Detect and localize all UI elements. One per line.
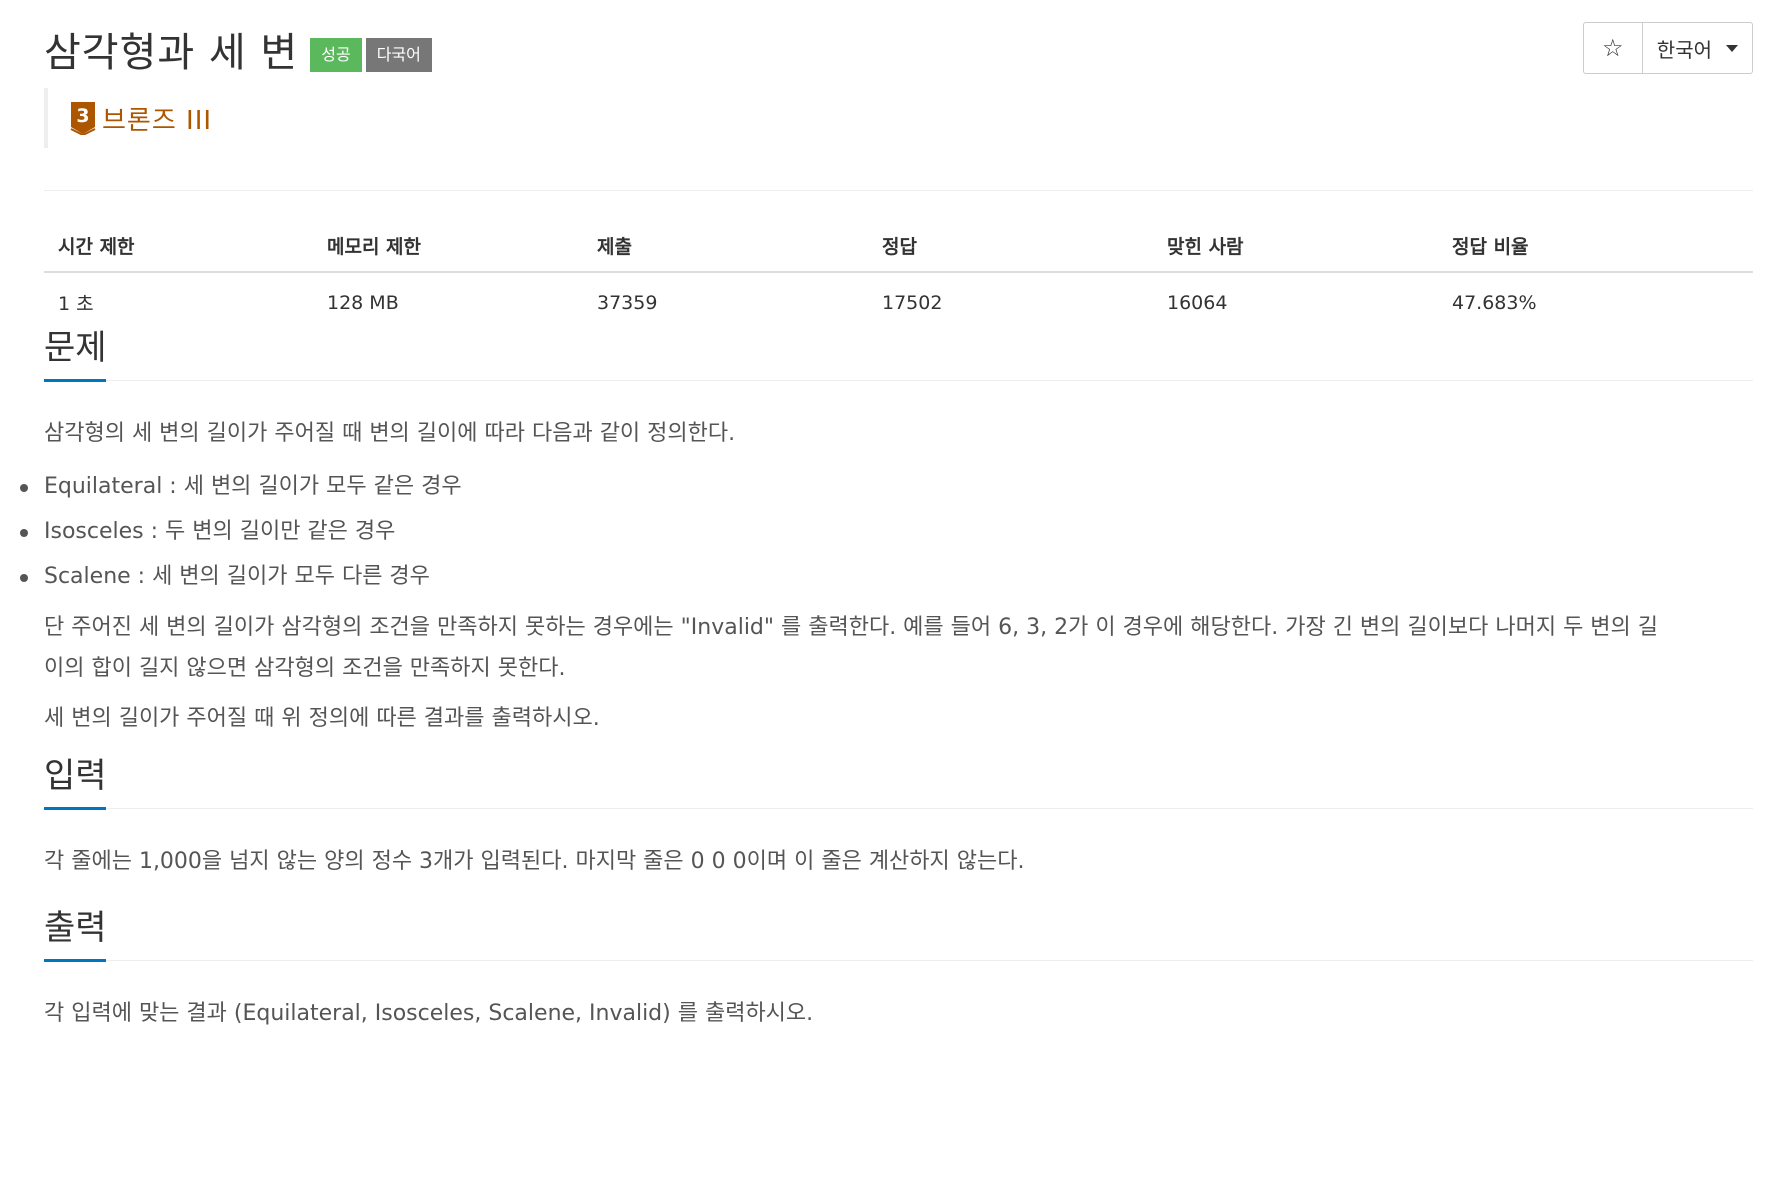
section-title: 출력 xyxy=(44,908,107,948)
section-header: 입력 xyxy=(44,742,1753,810)
table-header-cell: 제출 xyxy=(583,220,868,273)
description-section: 문제 삼각형의 세 변의 길이가 주어질 때 변의 길이에 따라 다음과 같이 … xyxy=(20,314,1753,741)
caret-down-icon xyxy=(1726,44,1738,52)
list-item: Isosceles : 두 변의 길이만 같은 경우 xyxy=(20,509,1753,554)
tier-label[interactable]: 브론즈 III xyxy=(102,100,212,137)
table-header-row: 시간 제한 메모리 제한 제출 정답 맞힌 사람 정답 비율 xyxy=(44,220,1753,273)
language-dropdown[interactable]: 한국어 xyxy=(1643,23,1752,73)
section-body: 삼각형의 세 변의 길이가 주어질 때 변의 길이에 따라 다음과 같이 정의한… xyxy=(20,411,1753,741)
definition-list: Equilateral : 세 변의 길이가 모두 같은 경우 Isoscele… xyxy=(20,464,1753,599)
top-controls: ☆ 한국어 xyxy=(1582,22,1753,74)
description-intro: 삼각형의 세 변의 길이가 주어질 때 변의 길이에 따라 다음과 같이 정의한… xyxy=(44,421,736,446)
table-header-cell: 메모리 제한 xyxy=(313,220,583,273)
description-paragraph-line: 단 주어진 세 변의 길이가 삼각형의 조건을 만족하지 못하는 경우에는 "I… xyxy=(44,615,1659,640)
section-underline xyxy=(44,807,106,810)
section-title: 문제 xyxy=(44,328,107,368)
description-paragraph-line: 이의 합이 길지 않으면 삼각형의 조건을 만족하지 못한다. xyxy=(44,656,566,681)
input-section: 입력 각 줄에는 1,000을 넘지 않는 양의 정수 3개가 입력된다. 마지… xyxy=(44,742,1753,884)
section-body: 각 줄에는 1,000을 넘지 않는 양의 정수 3개가 입력된다. 마지막 줄… xyxy=(44,839,1753,884)
output-description: 각 입력에 맞는 결과 (Equilateral, Isosceles, Sca… xyxy=(44,1001,814,1026)
table-header-cell: 정답 xyxy=(868,220,1153,273)
star-button[interactable]: ☆ xyxy=(1584,23,1643,73)
input-description: 각 줄에는 1,000을 넘지 않는 양의 정수 3개가 입력된다. 마지막 줄… xyxy=(44,849,1025,874)
list-item: Equilateral : 세 변의 길이가 모두 같은 경우 xyxy=(20,464,1753,509)
problem-title: 삼각형과 세 변 xyxy=(44,30,299,76)
multilang-badge[interactable]: 다국어 xyxy=(365,38,432,72)
tier-bronze-icon: 3 xyxy=(70,102,96,135)
section-header: 출력 xyxy=(44,894,1753,962)
list-item: Scalene : 세 변의 길이가 모두 다른 경우 xyxy=(20,554,1753,599)
section-body: 각 입력에 맞는 결과 (Equilateral, Isosceles, Sca… xyxy=(44,991,1753,1036)
language-label: 한국어 xyxy=(1656,37,1712,62)
tier-number: 3 xyxy=(76,105,89,127)
description-paragraph: 세 변의 길이가 주어질 때 위 정의에 따른 결과를 출력하시오. xyxy=(44,706,600,731)
title-row: 삼각형과 세 변 성공 다국어 xyxy=(44,20,432,78)
table-header-cell: 정답 비율 xyxy=(1438,220,1753,273)
section-title: 입력 xyxy=(44,756,107,796)
table-header-cell: 시간 제한 xyxy=(44,220,313,273)
header-divider xyxy=(44,190,1753,191)
table-header-cell: 맞힌 사람 xyxy=(1153,220,1438,273)
section-header: 문제 xyxy=(44,314,1753,382)
section-underline xyxy=(44,379,106,382)
success-badge: 성공 xyxy=(310,38,362,72)
tier-row: 3 브론즈 III xyxy=(44,88,212,148)
output-section: 출력 각 입력에 맞는 결과 (Equilateral, Isosceles, … xyxy=(44,894,1753,1036)
problem-page: 삼각형과 세 변 성공 다국어 ☆ 한국어 3 브론즈 III 시간 제한 메모… xyxy=(0,0,1773,1185)
section-underline xyxy=(44,959,106,962)
star-outline-icon: ☆ xyxy=(1602,34,1624,62)
